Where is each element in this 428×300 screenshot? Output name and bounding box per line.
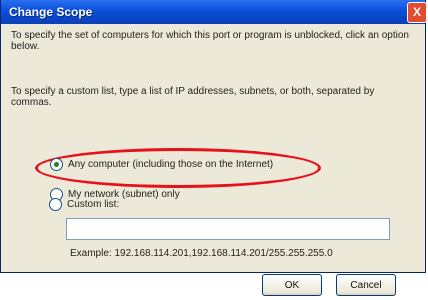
- close-button[interactable]: X: [407, 2, 427, 23]
- radio-icon[interactable]: [49, 197, 62, 211]
- intro-text: To specify the set of computers for whic…: [11, 30, 409, 52]
- option-label: Any computer (including those on the Int…: [68, 158, 274, 170]
- custom-list-input[interactable]: [66, 218, 390, 240]
- option-label: Custom list:: [67, 198, 120, 210]
- ok-button[interactable]: OK: [262, 274, 322, 296]
- option-custom-list[interactable]: Custom list:: [49, 196, 119, 212]
- title-bar[interactable]: Change Scope X: [1, 0, 427, 24]
- custom-list-hint: To specify a custom list, type a list of…: [11, 86, 375, 108]
- custom-list-example: Example: 192.168.114.201,192.168.114.201…: [70, 248, 333, 259]
- dialog-title: Change Scope: [9, 5, 93, 19]
- option-any-computer[interactable]: Any computer (including those on the Int…: [50, 156, 273, 172]
- radio-icon[interactable]: [50, 157, 63, 171]
- cancel-button[interactable]: Cancel: [336, 274, 396, 296]
